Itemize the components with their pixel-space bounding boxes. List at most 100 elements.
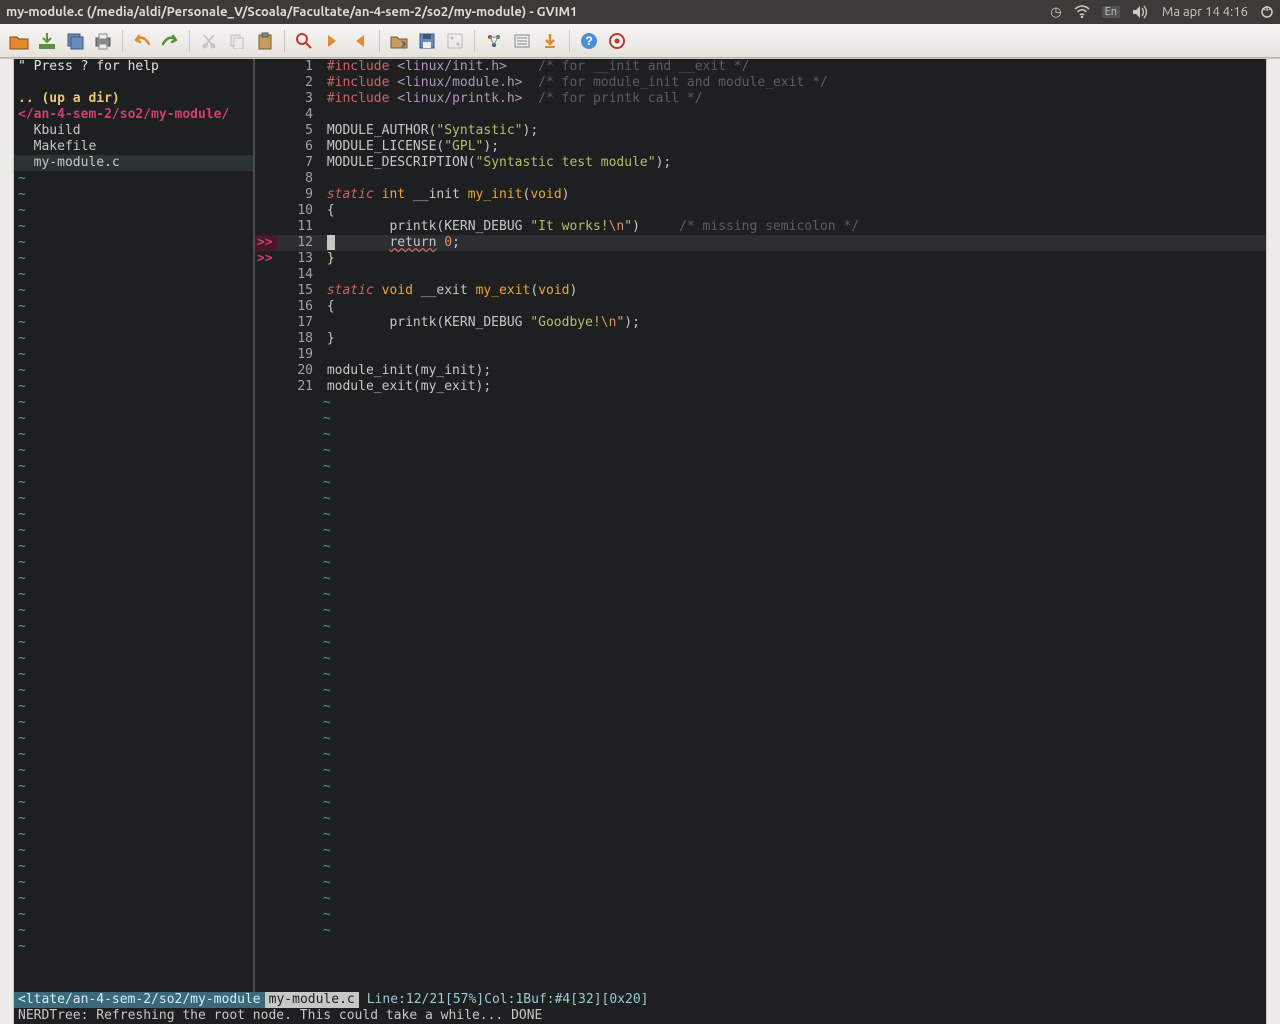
command-line[interactable]: NERDTree: Refreshing the root node. This…	[14, 1008, 1266, 1024]
nerdtree-file[interactable]: Kbuild	[14, 123, 253, 139]
empty-line-tilde: ~	[14, 267, 253, 283]
empty-line-tilde: ~	[14, 603, 253, 619]
empty-line-tilde: ~	[319, 555, 1266, 571]
empty-line-tilde: ~	[14, 315, 253, 331]
empty-line-tilde: ~	[14, 699, 253, 715]
save-session-icon[interactable]	[416, 30, 438, 52]
code-line[interactable]: 2 #include <linux/module.h> /* for modul…	[255, 75, 1266, 91]
nerdtree-file[interactable]: my-module.c	[14, 155, 253, 171]
code-line[interactable]: 9 static int __init my_init(void)	[255, 187, 1266, 203]
code-pane[interactable]: 1 #include <linux/init.h> /* for __init …	[255, 59, 1266, 992]
volume-icon[interactable]	[1132, 5, 1150, 19]
empty-line-tilde: ~	[319, 395, 1266, 411]
shell-icon[interactable]	[511, 30, 533, 52]
code-line[interactable]: 15 static void __exit my_exit(void)	[255, 283, 1266, 299]
find-help-icon[interactable]	[606, 30, 628, 52]
code-text: static void __exit my_exit(void)	[319, 283, 1266, 299]
load-session-icon[interactable]	[388, 30, 410, 52]
sign-column	[255, 363, 277, 379]
code-text: module_init(my_init);	[319, 363, 1266, 379]
run-script-icon[interactable]	[444, 30, 466, 52]
line-number: 2	[277, 75, 319, 91]
empty-line-tilde: ~	[14, 299, 253, 315]
code-line[interactable]: 1 #include <linux/init.h> /* for __init …	[255, 59, 1266, 75]
clock-icon[interactable]: ◷	[1050, 5, 1061, 20]
empty-line-tilde: ~	[14, 571, 253, 587]
empty-line-tilde: ~	[319, 603, 1266, 619]
code-line[interactable]: 20 module_init(my_init);	[255, 363, 1266, 379]
code-line[interactable]: 17 printk(KERN_DEBUG "Goodbye!\n");	[255, 315, 1266, 331]
code-text: #include <linux/init.h> /* for __init an…	[319, 59, 1266, 75]
empty-line-tilde: ~	[14, 187, 253, 203]
tag-jump-icon[interactable]	[539, 30, 561, 52]
help-icon[interactable]: ?	[578, 30, 600, 52]
code-line[interactable]: 14	[255, 267, 1266, 283]
toolbar-separator	[474, 30, 475, 52]
redo-icon[interactable]	[159, 30, 181, 52]
code-line[interactable]: 4	[255, 107, 1266, 123]
empty-line-tilde: ~	[319, 715, 1266, 731]
nerdtree-pane[interactable]: " Press ? for help .. (up a dir) </an-4-…	[14, 59, 254, 992]
code-line[interactable]: 5 MODULE_AUTHOR("Syntastic");	[255, 123, 1266, 139]
power-icon[interactable]	[1260, 5, 1274, 19]
empty-line-tilde: ~	[319, 827, 1266, 843]
keyboard-layout-indicator[interactable]: En	[1102, 6, 1120, 18]
nerdtree-file[interactable]: Makefile	[14, 139, 253, 155]
find-next-icon[interactable]	[321, 30, 343, 52]
nerdtree-root-dir[interactable]: </an-4-sem-2/so2/my-module/	[14, 107, 253, 123]
code-text: printk(KERN_DEBUG "It works!\n") /* miss…	[319, 219, 1266, 235]
paste-icon[interactable]	[254, 30, 276, 52]
code-text: printk(KERN_DEBUG "Goodbye!\n");	[319, 315, 1266, 331]
find-prev-icon[interactable]	[349, 30, 371, 52]
code-line[interactable]: >>12 return 0;	[255, 235, 1266, 251]
code-text: #include <linux/module.h> /* for module_…	[319, 75, 1266, 91]
code-line[interactable]: 11 printk(KERN_DEBUG "It works!\n") /* m…	[255, 219, 1266, 235]
line-number: 20	[277, 363, 319, 379]
save-all-icon[interactable]	[64, 30, 86, 52]
empty-line-tilde: ~	[14, 459, 253, 475]
undo-icon[interactable]	[131, 30, 153, 52]
copy-icon[interactable]	[226, 30, 248, 52]
sign-column	[255, 315, 277, 331]
code-text	[319, 107, 1266, 123]
print-icon[interactable]	[92, 30, 114, 52]
empty-line-tilde: ~	[14, 939, 253, 955]
datetime[interactable]: Ma apr 14 4:16	[1162, 5, 1248, 19]
empty-line-tilde: ~	[14, 427, 253, 443]
window-title: my-module.c (/media/aldi/Personale_V/Sco…	[6, 5, 1050, 19]
code-line[interactable]: 16 {	[255, 299, 1266, 315]
wifi-icon[interactable]	[1074, 5, 1090, 19]
code-line[interactable]: 8	[255, 171, 1266, 187]
empty-line-tilde: ~	[319, 763, 1266, 779]
empty-line-tilde: ~	[14, 747, 253, 763]
sign-column: >>	[255, 251, 277, 267]
code-line[interactable]: 3 #include <linux/printk.h> /* for print…	[255, 91, 1266, 107]
empty-line-tilde: ~	[319, 427, 1266, 443]
status-line: <ltate/an-4-sem-2/so2/my-module my-modul…	[14, 992, 1266, 1008]
open-icon[interactable]	[8, 30, 30, 52]
scrollbar-left[interactable]	[0, 59, 14, 1024]
empty-line-tilde: ~	[319, 539, 1266, 555]
find-replace-icon[interactable]	[293, 30, 315, 52]
nerdtree-up-dir[interactable]: .. (up a dir)	[14, 91, 253, 107]
scrollbar-right[interactable]	[1266, 59, 1280, 1024]
make-icon[interactable]	[483, 30, 505, 52]
code-line[interactable]: 18 }	[255, 331, 1266, 347]
code-line[interactable]: 19	[255, 347, 1266, 363]
empty-line-tilde: ~	[14, 923, 253, 939]
sign-column	[255, 283, 277, 299]
status-filename: my-module.c	[265, 992, 359, 1008]
line-number: 21	[277, 379, 319, 395]
save-icon[interactable]	[36, 30, 58, 52]
code-line[interactable]: 21 module_exit(my_exit);	[255, 379, 1266, 395]
empty-line-tilde: ~	[14, 523, 253, 539]
cut-icon[interactable]	[198, 30, 220, 52]
toolbar-separator	[284, 30, 285, 52]
code-line[interactable]: 6 MODULE_LICENSE("GPL");	[255, 139, 1266, 155]
code-line[interactable]: >>13 }	[255, 251, 1266, 267]
sign-column	[255, 107, 277, 123]
code-line[interactable]: 7 MODULE_DESCRIPTION("Syntastic test mod…	[255, 155, 1266, 171]
system-tray: ◷ En Ma apr 14 4:16	[1050, 5, 1274, 20]
code-line[interactable]: 10 {	[255, 203, 1266, 219]
code-text: #include <linux/printk.h> /* for printk …	[319, 91, 1266, 107]
